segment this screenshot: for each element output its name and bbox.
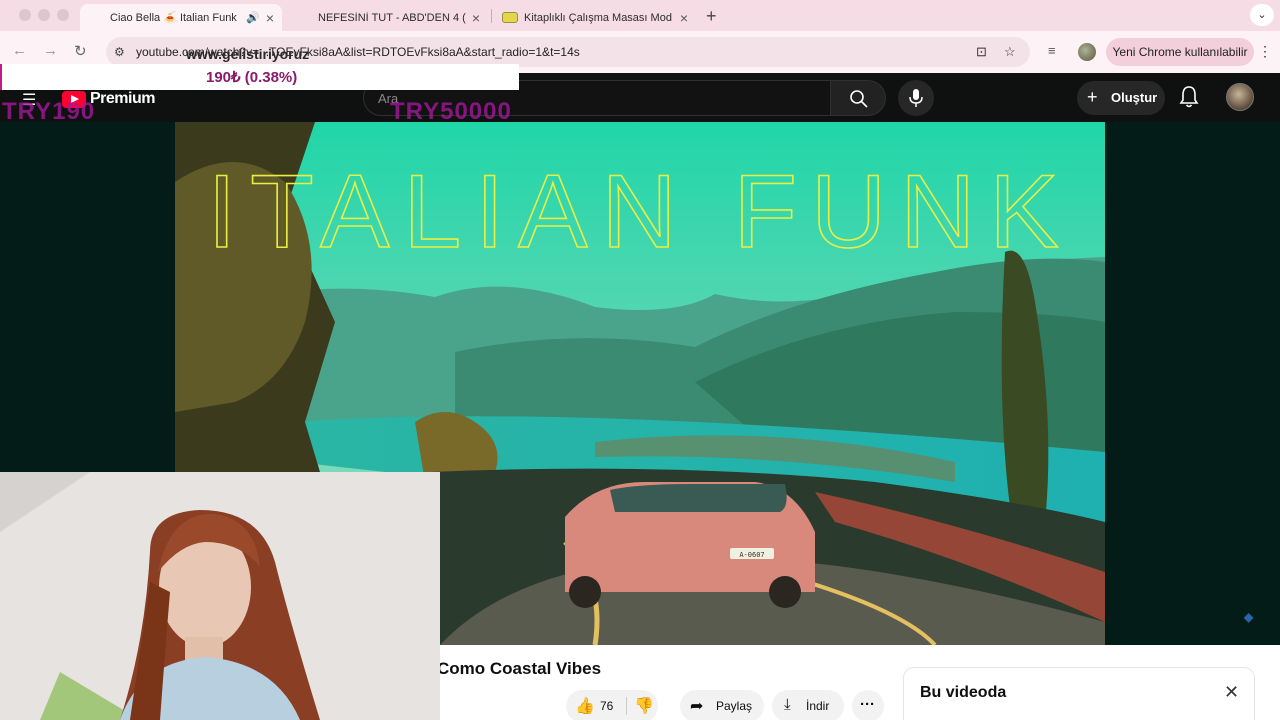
close-window-dot[interactable]	[19, 9, 31, 21]
overlay-tag-right: TRY50000	[390, 98, 512, 125]
like-count: 76	[600, 699, 614, 713]
chrome-update-button[interactable]: Yeni Chrome kullanılabilir	[1106, 38, 1254, 66]
share-button[interactable]: ➦ Paylaş	[680, 690, 764, 720]
install-app-icon[interactable]: ⊡	[976, 44, 987, 60]
close-tab-icon[interactable]: ×	[472, 10, 480, 26]
notifications-bell-icon[interactable]	[1178, 84, 1200, 110]
webcam-feed	[0, 472, 440, 720]
channel-watermark-icon[interactable]: ◆	[1244, 610, 1253, 624]
share-arrow-icon: ➦	[690, 698, 704, 715]
tab-italian-funk[interactable]: Ciao Bella 🍝 Italian Funk 🔊 ×	[80, 4, 282, 31]
shop-favicon-icon	[502, 12, 518, 23]
download-icon: ⤓	[784, 696, 791, 713]
media-controls-icon[interactable]: ≡	[1048, 43, 1056, 58]
microphone-icon	[909, 89, 923, 107]
close-icon[interactable]: ✕	[1224, 682, 1239, 703]
speaker-icon[interactable]: 🔊	[246, 11, 260, 24]
tab-title: Kitaplıklı Çalışma Masası Mod	[524, 11, 672, 24]
create-label: Oluştur	[1111, 90, 1158, 105]
search-icon	[850, 90, 868, 108]
overlay-tag-left: TRY190	[2, 98, 96, 125]
video-title: Como Coastal Vibes	[437, 659, 602, 678]
site-info-icon[interactable]: ⚙	[114, 45, 125, 59]
chrome-menu-icon[interactable]: ⋮	[1258, 43, 1272, 60]
like-dislike-group: 👍 76 👎	[566, 690, 658, 720]
plus-icon: +	[1087, 87, 1098, 107]
tab-search-chevron-icon[interactable]: ⌄	[1250, 4, 1274, 26]
search-button[interactable]	[830, 80, 886, 116]
back-arrow-icon[interactable]: ←	[12, 42, 27, 59]
bookmark-star-icon[interactable]: ☆	[1004, 44, 1016, 60]
reload-icon[interactable]: ↻	[74, 42, 87, 60]
forward-arrow-icon[interactable]: →	[43, 42, 58, 59]
voice-search-button[interactable]	[898, 80, 934, 116]
new-tab-plus-icon[interactable]: +	[706, 6, 717, 27]
overlay-site-text: www.gelistiriyoruz	[186, 46, 310, 62]
more-horizontal-icon: ···	[860, 696, 875, 713]
zoom-window-dot[interactable]	[57, 9, 69, 21]
close-tab-icon[interactable]: ×	[680, 10, 688, 26]
tab-kitaplikli-masa[interactable]: Kitaplıklı Çalışma Masası Mod ×	[494, 4, 696, 31]
plate-text: A-0607	[739, 551, 764, 559]
minimize-window-dot[interactable]	[38, 9, 50, 21]
close-tab-icon[interactable]: ×	[266, 10, 274, 26]
panel-title: Bu videoda	[920, 684, 1007, 701]
download-label: İndir	[806, 699, 830, 713]
create-button[interactable]: + Oluştur	[1077, 81, 1165, 115]
overlay-amount: 190₺ (0.38%)	[206, 69, 298, 86]
in-this-video-panel: Bu videoda ✕	[904, 668, 1254, 720]
browser-tab-strip: Ciao Bella 🍝 Italian Funk 🔊 × NEFESİNİ T…	[0, 0, 1280, 31]
premium-label: Premium	[90, 90, 155, 107]
thumbs-up-icon: 👍	[575, 698, 595, 715]
share-label: Paylaş	[716, 699, 753, 713]
account-avatar[interactable]	[1226, 83, 1254, 111]
profile-avatar[interactable]	[1078, 43, 1096, 61]
download-button[interactable]: ⤓ İndir	[772, 690, 844, 720]
video-art-title: ITALIAN FUNK	[207, 154, 1072, 270]
tab-title: NEFESİNİ TUT - ABD'DEN 4 (	[318, 11, 466, 24]
tab-divider	[491, 9, 492, 23]
thumbs-down-icon[interactable]: 👎	[634, 696, 654, 716]
more-actions-button[interactable]: ···	[852, 690, 884, 720]
tab-nefesini-tut[interactable]: NEFESİNİ TUT - ABD'DEN 4 ( ×	[288, 4, 488, 31]
pill-divider	[626, 697, 627, 715]
webcam-image	[0, 472, 440, 720]
tab-title: Ciao Bella 🍝 Italian Funk	[110, 12, 237, 24]
